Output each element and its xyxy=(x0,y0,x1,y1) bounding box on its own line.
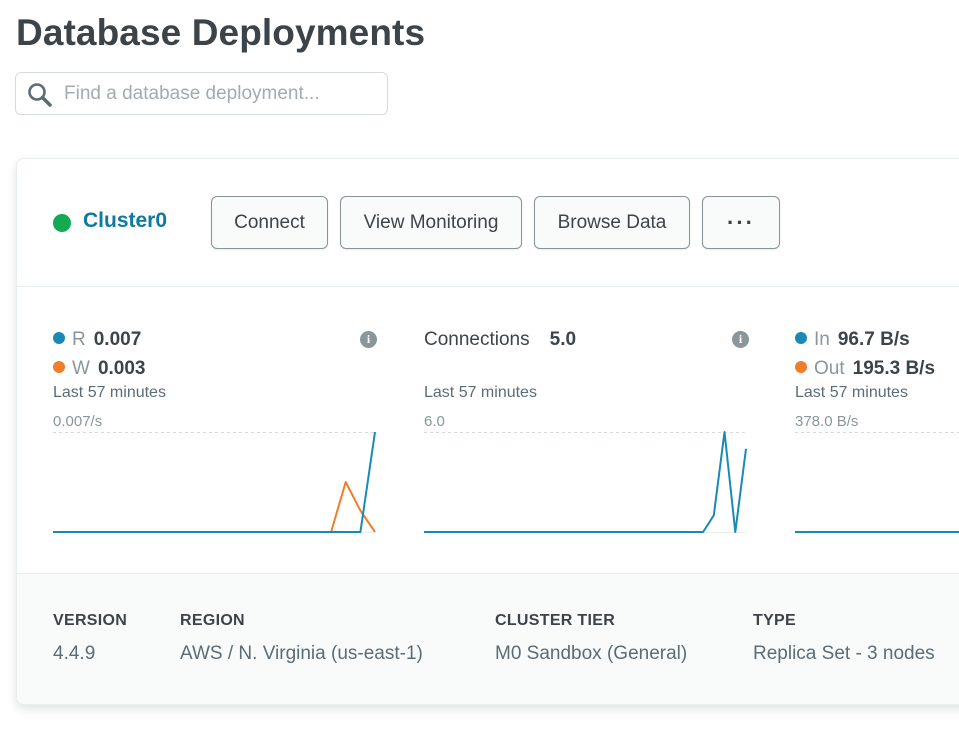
version-title: VERSION xyxy=(53,612,128,629)
type-info: TYPE Replica Set - 3 nodes xyxy=(753,612,935,665)
connections-chart xyxy=(424,431,747,533)
version-info: VERSION 4.4.9 xyxy=(53,612,127,665)
more-options-button[interactable]: ··· xyxy=(702,196,780,249)
connections-period: Last 57 minutes xyxy=(424,384,537,401)
connections-metric: Connections 5.0 i Last 57 minutes 6.0 xyxy=(424,287,764,573)
connections-max: 6.0 xyxy=(424,413,445,430)
in-value: 96.7 B/s xyxy=(837,329,910,350)
in-dot xyxy=(795,332,807,344)
type-value: Replica Set - 3 nodes xyxy=(753,643,935,664)
tier-info: CLUSTER TIER M0 Sandbox (General) xyxy=(495,612,687,665)
connections-value: 5.0 xyxy=(549,329,577,350)
network-metric: In 96.7 B/s Out 195.3 B/s Last 57 minutes … xyxy=(795,287,959,573)
region-title: REGION xyxy=(180,612,245,629)
operations-max: 0.007/s xyxy=(53,413,103,430)
cluster-card-header: Cluster0 Connect View Monitoring Browse … xyxy=(17,159,959,287)
legend-w: W 0.003 xyxy=(53,358,145,380)
tier-value: M0 Sandbox (General) xyxy=(495,643,688,664)
network-max: 378.0 B/s xyxy=(795,413,859,430)
search-input[interactable] xyxy=(64,73,379,114)
out-label: Out xyxy=(814,358,845,379)
legend-r: R 0.007 xyxy=(53,329,141,351)
region-value: AWS / N. Virginia (us-east-1) xyxy=(180,643,423,664)
w-value: 0.003 xyxy=(97,358,146,379)
network-chart xyxy=(795,432,959,533)
browse-data-button[interactable]: Browse Data xyxy=(534,196,690,249)
info-icon[interactable]: i xyxy=(360,331,377,348)
series-line-r xyxy=(53,431,376,533)
info-icon[interactable]: i xyxy=(732,331,749,348)
cluster-details: VERSION 4.4.9 REGION AWS / N. Virginia (… xyxy=(17,573,959,704)
cluster-name-link[interactable]: Cluster0 xyxy=(83,209,167,233)
connections-legend: Connections 5.0 xyxy=(424,329,576,351)
search-box[interactable] xyxy=(15,72,388,115)
connections-label: Connections xyxy=(424,329,530,350)
operations-metric: R 0.007 W 0.003 i Last 57 minutes 0.007/s xyxy=(53,287,393,573)
search-icon xyxy=(28,83,52,107)
cluster-card: Cluster0 Connect View Monitoring Browse … xyxy=(16,158,959,705)
legend-in: In 96.7 B/s xyxy=(795,329,910,351)
region-info: REGION AWS / N. Virginia (us-east-1) xyxy=(180,612,423,665)
w-dot xyxy=(53,361,65,373)
r-value: 0.007 xyxy=(93,329,142,350)
in-label: In xyxy=(814,329,830,350)
out-value: 195.3 B/s xyxy=(852,358,936,379)
connect-button[interactable]: Connect xyxy=(211,196,328,249)
r-dot xyxy=(53,332,65,344)
operations-period: Last 57 minutes xyxy=(53,384,166,401)
operations-chart xyxy=(53,431,376,533)
r-label: R xyxy=(72,329,86,350)
page-title: Database Deployments xyxy=(16,12,426,53)
version-value: 4.4.9 xyxy=(53,643,96,664)
cluster-status-dot xyxy=(53,214,71,232)
out-dot xyxy=(795,361,807,373)
w-label: W xyxy=(72,358,90,379)
type-title: TYPE xyxy=(753,612,796,629)
series-line-connections xyxy=(424,431,747,533)
view-monitoring-button[interactable]: View Monitoring xyxy=(340,196,522,249)
series-line-w xyxy=(53,481,376,533)
legend-out: Out 195.3 B/s xyxy=(795,358,935,380)
tier-title: CLUSTER TIER xyxy=(495,612,616,629)
network-period: Last 57 minutes xyxy=(795,384,908,401)
